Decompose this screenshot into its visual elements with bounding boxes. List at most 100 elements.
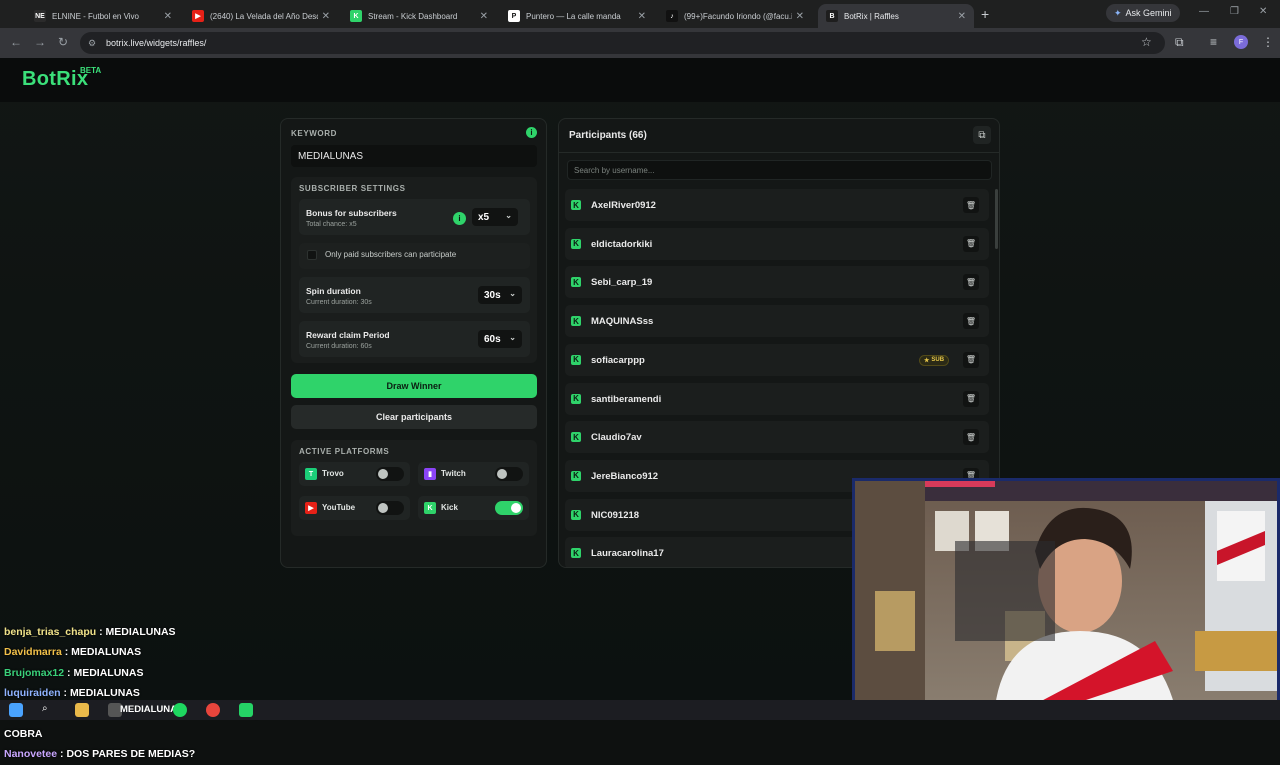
claim-sub: Current duration: 60s — [306, 343, 372, 350]
close-tab-icon[interactable]: ✕ — [796, 11, 804, 22]
menu-icon[interactable]: ⋮ — [1262, 35, 1274, 49]
browser-tab[interactable]: P Puntero — La calle manda ✕ — [500, 4, 654, 28]
bonus-title: Bonus for subscribers — [306, 208, 397, 218]
file-explorer-icon[interactable] — [75, 703, 89, 717]
new-tab-button[interactable]: + — [981, 6, 989, 22]
close-tab-icon[interactable]: ✕ — [322, 11, 330, 22]
webcam-overlay — [852, 478, 1280, 710]
site-info-icon[interactable]: ⚙ — [88, 38, 96, 49]
subscriber-settings-panel: SUBSCRIBER SETTINGS Bonus for subscriber… — [291, 177, 537, 363]
spin-title: Spin duration — [306, 286, 361, 296]
gemini-icon: ✦ — [1114, 7, 1122, 18]
claim-period-select[interactable]: 60s ⌄ — [478, 330, 522, 348]
close-tab-icon[interactable]: ✕ — [164, 11, 172, 22]
keyword-info-icon[interactable]: i — [526, 127, 537, 138]
trash-icon[interactable]: 🗑 — [963, 274, 979, 291]
beta-badge: BETA — [80, 66, 102, 75]
spin-duration-setting: Spin duration Current duration: 30s 30s … — [299, 277, 530, 313]
platform-toggle[interactable] — [376, 467, 404, 481]
kick-icon: K — [571, 277, 581, 288]
chrome-icon[interactable] — [206, 703, 220, 717]
participants-scrollbar[interactable] — [995, 189, 998, 249]
participant-row: K Sebi_carp_19 🗑 — [565, 266, 989, 299]
trash-icon[interactable]: 🗑 — [963, 351, 979, 368]
close-window-icon[interactable]: ✕ — [1259, 6, 1267, 17]
browser-tab[interactable]: ▶ (2640) La Velada del Año Desde ✕ — [184, 4, 338, 28]
browser-tab[interactable]: B BotRix | Raffles ✕ — [818, 4, 974, 28]
participant-search-input[interactable] — [567, 160, 992, 180]
tab-label: Puntero — La calle manda — [526, 11, 621, 21]
chevron-down-icon: ⌄ — [509, 289, 516, 298]
close-tab-icon[interactable]: ✕ — [958, 11, 966, 22]
browser-tab[interactable]: K Stream - Kick Dashboard ✕ — [342, 4, 496, 28]
active-platforms-title: ACTIVE PLATFORMS — [299, 447, 390, 456]
botrix-logo[interactable]: BotRix — [22, 68, 88, 91]
clear-participants-button[interactable]: Clear participants — [291, 405, 537, 429]
close-tab-icon[interactable]: ✕ — [638, 11, 646, 22]
chat-text: DOS PARES DE MEDIAS? — [66, 748, 196, 761]
maximize-icon[interactable]: ❐ — [1230, 6, 1239, 17]
tab-label: (2640) La Velada del Año Desde — [210, 11, 318, 21]
bonus-select[interactable]: x5 ⌄ — [472, 208, 518, 226]
sub-badge-label: SUB — [931, 357, 945, 364]
kick-icon: K — [571, 200, 581, 210]
paid-only-checkbox[interactable] — [307, 250, 317, 260]
chat-username: Brujomax12 — [4, 666, 65, 679]
reading-list-icon[interactable]: ≡ — [1210, 35, 1217, 49]
participant-row: K Claudio7av 🗑 — [565, 421, 989, 454]
copy-icon[interactable]: ⧉ — [973, 126, 991, 144]
trash-icon[interactable]: 🗑 — [963, 197, 979, 213]
keyword-input[interactable]: MEDIALUNAS — [291, 145, 537, 167]
chat-text: MEDIALUNAS — [69, 687, 140, 700]
ask-gemini-button[interactable]: ✦ Ask Gemini — [1106, 4, 1180, 22]
platform-name: YouTube — [322, 503, 356, 512]
participant-username: JereBianco912 — [591, 470, 659, 482]
chat-username: Davidmarra — [4, 646, 62, 659]
address-bar[interactable]: ⚙ botrix.live/widgets/raffles/ — [80, 32, 1165, 54]
forward-icon[interactable]: → — [34, 35, 46, 49]
platform-name: Trovo — [322, 469, 344, 478]
bookmark-star-icon[interactable]: ☆ — [1141, 35, 1152, 49]
chat-text: MEDIALUNAS — [71, 646, 142, 659]
claim-period-setting: Reward claim Period Current duration: 60… — [299, 321, 530, 357]
search-icon[interactable]: ⌕ — [42, 703, 56, 717]
platform-youtube: ▶ YouTube — [299, 496, 410, 520]
trash-icon[interactable]: 🗑 — [963, 313, 979, 330]
trash-icon[interactable]: 🗑 — [963, 235, 979, 252]
browser-tab[interactable]: NE ELNINE - Futbol en Vivo ✕ — [26, 4, 180, 28]
raffle-settings-card: KEYWORD i MEDIALUNAS SUBSCRIBER SETTINGS… — [280, 118, 547, 568]
kick-icon: K — [571, 509, 581, 520]
minimize-icon[interactable]: — — [1199, 6, 1209, 17]
participant-username: santiberamendi — [591, 393, 662, 405]
platform-toggle[interactable] — [495, 467, 523, 481]
participant-username: Sebi_carp_19 — [591, 277, 653, 289]
bonus-info-icon[interactable]: i — [453, 212, 466, 225]
participant-username: AxelRiver0912 — [591, 200, 656, 211]
participant-row: K MAQUINASss 🗑 — [565, 305, 989, 338]
spin-duration-select[interactable]: 30s ⌄ — [478, 286, 522, 304]
trash-icon[interactable]: 🗑 — [963, 429, 979, 446]
back-icon[interactable]: ← — [10, 35, 22, 49]
subscriber-settings-title: SUBSCRIBER SETTINGS — [299, 184, 406, 193]
reload-icon[interactable]: ↻ — [58, 35, 68, 49]
extensions-icon[interactable]: ⧉ — [1175, 35, 1184, 50]
platform-trovo: T Trovo — [299, 462, 410, 486]
trash-icon[interactable]: 🗑 — [963, 390, 979, 407]
kick-icon: K — [424, 502, 436, 514]
profile-avatar[interactable]: F — [1234, 35, 1248, 49]
chat-separator: : — [57, 748, 67, 761]
participant-row: Keldictadorkiki 🗑 — [565, 227, 989, 260]
platform-toggle[interactable] — [376, 501, 404, 515]
windows-start-icon[interactable] — [9, 703, 23, 717]
platform-toggle[interactable] — [495, 501, 523, 515]
participant-username: Lauracarolina17 — [591, 548, 664, 560]
draw-winner-button[interactable]: Draw Winner — [291, 374, 537, 398]
whatsapp-icon[interactable] — [239, 703, 253, 717]
toggle-knob — [378, 469, 388, 479]
tab-label: (99+)Facundo Iriondo (@facu.ir — [684, 11, 792, 21]
spotify-icon[interactable] — [173, 703, 187, 717]
browser-tab[interactable]: ♪ (99+)Facundo Iriondo (@facu.ir ✕ — [658, 4, 812, 28]
close-tab-icon[interactable]: ✕ — [480, 11, 488, 22]
paid-only-setting[interactable]: Only paid subscribers can participate — [299, 243, 530, 269]
chat-message: Brujomax12 : MEDIALUNAS — [4, 663, 434, 683]
